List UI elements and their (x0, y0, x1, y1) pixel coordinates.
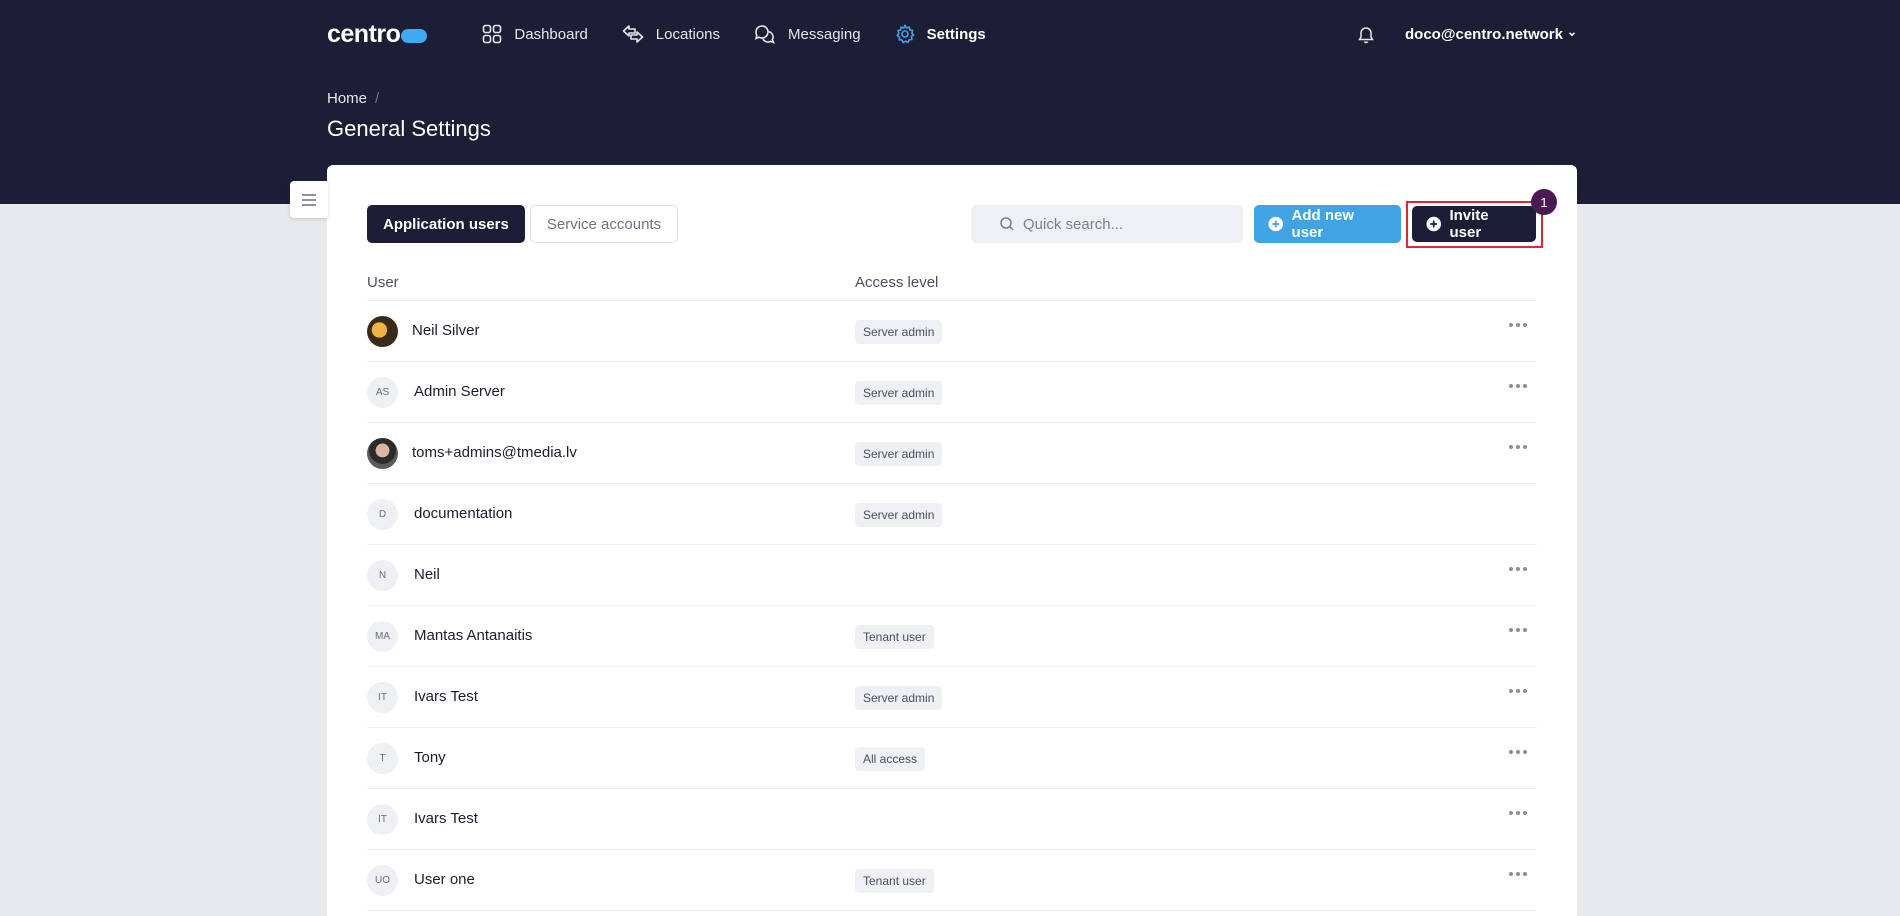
user-name[interactable]: Neil Silver (412, 322, 480, 339)
access-level-badge: Tenant user (855, 869, 934, 893)
sidebar-toggle-button[interactable] (290, 181, 328, 218)
row-actions-more-icon[interactable] (1506, 567, 1527, 571)
avatar: MA (367, 621, 398, 652)
table-row[interactable]: Ddocumentation Server admin (367, 484, 1537, 545)
row-actions-more-icon[interactable] (1506, 811, 1527, 815)
user-name[interactable]: documentation (414, 505, 512, 522)
user-name[interactable]: Ivars Test (414, 810, 478, 827)
chat-icon (754, 25, 775, 44)
user-name[interactable]: Ivars Test (414, 688, 478, 705)
breadcrumb-separator: / (375, 90, 380, 107)
logo-text: centro (327, 19, 401, 48)
user-email: doco@centro.network (1405, 25, 1563, 43)
user-name[interactable]: User one (414, 871, 475, 888)
nav-label: Settings (926, 25, 986, 43)
table-row[interactable]: IT Ivars Test (367, 789, 1537, 850)
nav-item-dashboard[interactable]: Dashboard (482, 24, 588, 44)
table-row[interactable]: MA Mantas Antanaitis Tenant user (367, 606, 1537, 667)
user-type-tabs: Application users Service accounts (367, 205, 683, 243)
tab-service-accounts[interactable]: Service accounts (529, 205, 679, 243)
nav-item-settings[interactable]: Settings (895, 24, 986, 44)
row-actions-more-icon[interactable] (1506, 689, 1527, 693)
user-menu[interactable]: doco@centro.network (1405, 26, 1577, 43)
nav-label: Dashboard (514, 25, 588, 43)
breadcrumb: Home / (327, 90, 379, 107)
table-row[interactable]: T Tony All access (367, 728, 1537, 789)
avatar: UO (367, 865, 398, 896)
avatar: IT (367, 682, 398, 713)
logo[interactable]: centro (327, 19, 428, 49)
row-actions-more-icon[interactable] (1506, 445, 1527, 449)
row-actions-more-icon[interactable] (1506, 384, 1527, 388)
user-name[interactable]: Neil (414, 566, 440, 583)
nav-item-locations[interactable]: Locations (622, 24, 720, 44)
notifications-bell-icon[interactable] (1357, 25, 1375, 44)
invite-user-button[interactable]: Invite user (1412, 206, 1536, 242)
access-level-badge: Server admin (855, 686, 943, 710)
table-row[interactable]: UO User one Tenant user (367, 850, 1537, 911)
nav-label: Locations (655, 25, 721, 43)
menu-icon (302, 193, 316, 206)
nav-right: doco@centro.network (1357, 25, 1577, 44)
row-actions-more-icon[interactable] (1506, 872, 1527, 876)
search-icon (1000, 217, 1014, 231)
access-level-badge: Server admin (855, 320, 943, 344)
access-level-badge: Tenant user (855, 625, 934, 649)
avatar (367, 316, 398, 347)
access-level-badge: Server admin (855, 442, 943, 466)
row-actions-more-icon[interactable] (1506, 750, 1527, 754)
table-row[interactable]: AS Admin Server Server admin (367, 362, 1537, 423)
grid-icon (483, 24, 502, 44)
avatar (367, 438, 398, 469)
table-row[interactable]: toms+admins@tmedia.lv Server admin (367, 423, 1537, 484)
gear-icon (895, 24, 915, 44)
nav-label: Messaging (788, 25, 861, 43)
invite-user-label: Invite user (1449, 207, 1489, 241)
main-nav: Dashboard Locations Messaging Settings (482, 24, 1019, 44)
breadcrumb-home[interactable]: Home (327, 90, 367, 107)
row-actions-more-icon[interactable] (1506, 323, 1527, 327)
user-name[interactable]: toms+admins@tmedia.lv (412, 444, 577, 461)
step-badge: 1 (1531, 189, 1557, 215)
page-title: General Settings (327, 116, 491, 141)
nav-item-messaging[interactable]: Messaging (754, 24, 861, 44)
column-access-level: Access level (855, 274, 939, 291)
access-level-badge: All access (855, 747, 926, 771)
row-actions-more-icon[interactable] (1506, 628, 1527, 632)
avatar: N (367, 560, 398, 591)
avatar: D (367, 499, 398, 530)
avatar: AS (367, 377, 398, 408)
user-name[interactable]: Tony (414, 749, 446, 766)
column-user: User (367, 274, 399, 291)
tab-application-users[interactable]: Application users (367, 205, 525, 243)
user-name[interactable]: Admin Server (414, 383, 505, 400)
table-row[interactable]: Neil Silver Server admin (367, 301, 1537, 362)
table-row[interactable]: IT Ivars Test Server admin (367, 667, 1537, 728)
arrows-icon (622, 25, 644, 43)
access-level-badge: Server admin (855, 503, 943, 527)
top-navbar: centro Dashboard Locations Messaging Set… (327, 0, 1577, 68)
user-name[interactable]: Mantas Antanaitis (414, 627, 532, 644)
quick-search (971, 205, 1243, 243)
users-card: Application users Service accounts Add n… (327, 165, 1577, 916)
search-input[interactable] (1023, 215, 1223, 233)
logo-pill-icon (401, 29, 428, 43)
access-level-badge: Server admin (855, 381, 943, 405)
plus-circle-icon (1426, 216, 1441, 232)
table-row[interactable]: N Neil (367, 545, 1537, 606)
add-new-user-button[interactable]: Add new user (1254, 205, 1401, 243)
plus-circle-icon (1268, 216, 1284, 232)
chevron-down-icon (1568, 32, 1576, 37)
add-new-user-label: Add new user (1291, 207, 1355, 241)
avatar: T (367, 743, 398, 774)
users-table-body: Neil Silver Server admin AS Admin Server Ser… (367, 301, 1537, 911)
table-header: User Access level (367, 274, 1537, 301)
avatar: IT (367, 804, 398, 835)
